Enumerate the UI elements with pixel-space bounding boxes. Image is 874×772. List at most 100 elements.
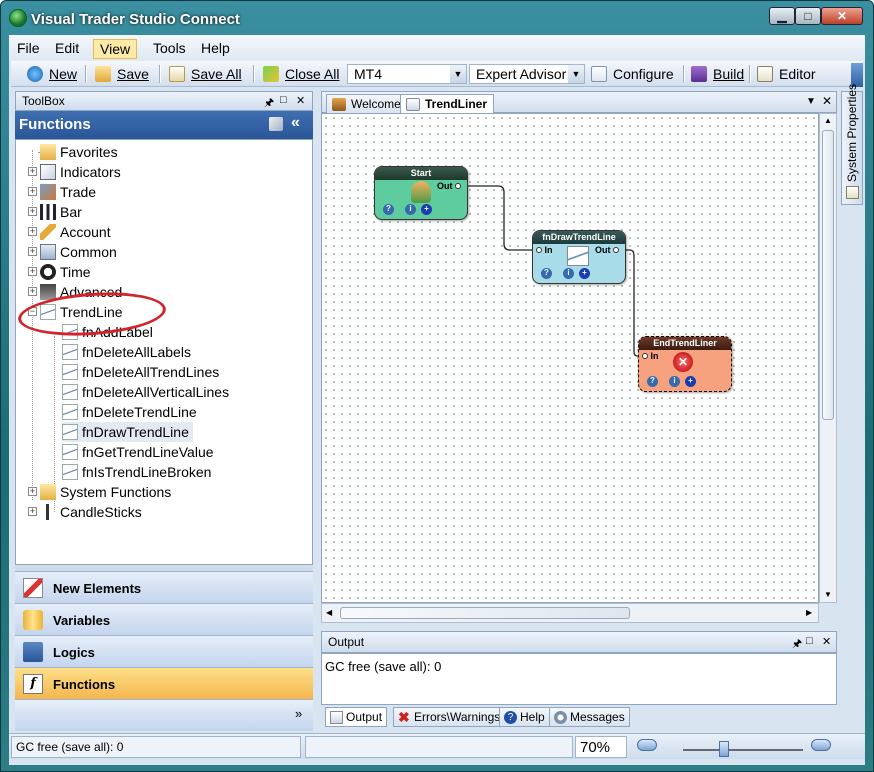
toolbox-header: ToolBox 🖈 □ ✕ xyxy=(15,91,313,111)
eraser-icon[interactable] xyxy=(269,117,283,131)
globe-icon xyxy=(27,66,43,82)
port-out[interactable]: Out xyxy=(595,245,620,255)
menu-view[interactable]: View xyxy=(93,39,138,59)
close-all-button[interactable]: Close All xyxy=(263,65,339,85)
group-overflow-button[interactable]: » xyxy=(15,699,313,731)
tree-leaf[interactable]: fnIsTrendLineBroken xyxy=(62,462,211,482)
expand-icon[interactable]: + xyxy=(28,507,37,516)
zoom-in-button[interactable] xyxy=(811,739,831,751)
scroll-right-icon[interactable]: ▶ xyxy=(806,608,812,617)
output-header: Output 🖈 □ ✕ xyxy=(321,631,837,653)
group-logics[interactable]: Logics xyxy=(15,635,313,667)
editor-button[interactable]: Editor xyxy=(757,65,816,85)
scroll-left-icon[interactable]: ◀ xyxy=(326,608,332,617)
node-fndrawtrendline[interactable]: fnDrawTrendLine In Out ? i + xyxy=(532,230,626,284)
port-in[interactable]: In xyxy=(642,351,659,361)
vertical-scrollbar[interactable]: ▲ ▼ xyxy=(819,113,837,603)
save-all-button[interactable]: Save All xyxy=(169,65,242,85)
toolbar-separator xyxy=(749,65,751,83)
tab-errors-warnings[interactable]: ✖ Errors\Warnings xyxy=(393,707,506,727)
menu-edit[interactable]: Edit xyxy=(49,39,85,59)
maximize-pane-icon[interactable]: □ xyxy=(280,94,287,106)
add-icon[interactable]: + xyxy=(685,376,696,387)
clock-icon xyxy=(40,264,56,280)
close-button[interactable]: ✕ xyxy=(821,7,863,25)
expand-icon[interactable]: + xyxy=(28,187,37,196)
configure-button[interactable]: Configure xyxy=(591,65,674,85)
menu-help[interactable]: Help xyxy=(195,39,236,59)
group-functions[interactable]: f Functions xyxy=(15,667,313,699)
expand-icon[interactable]: + xyxy=(28,267,37,276)
system-properties-tab[interactable]: System Properties xyxy=(841,84,863,205)
help-icon[interactable]: ? xyxy=(541,268,552,279)
port-in[interactable]: In xyxy=(536,245,553,255)
tree-leaf[interactable]: fnDeleteAllTrendLines xyxy=(62,362,219,382)
tab-output[interactable]: Output xyxy=(325,707,388,727)
logics-icon xyxy=(23,642,43,662)
expand-icon[interactable]: + xyxy=(28,247,37,256)
zoom-out-button[interactable] xyxy=(637,739,657,751)
tree-leaf[interactable]: fnGetTrendLineValue xyxy=(62,442,214,462)
add-icon[interactable]: + xyxy=(579,268,590,279)
functions-header: Functions « xyxy=(15,111,313,139)
save-button[interactable]: Save xyxy=(95,65,149,85)
port-out[interactable]: Out xyxy=(437,181,462,191)
help-icon[interactable]: ? xyxy=(647,376,658,387)
scroll-thumb[interactable] xyxy=(340,607,630,619)
tab-trendliner[interactable]: TrendLiner xyxy=(400,94,495,114)
menu-tools[interactable]: Tools xyxy=(147,39,192,59)
diagram-canvas[interactable]: Start Out ? i + fnDrawTrendLine In Out ?… xyxy=(321,113,819,603)
horizontal-scrollbar[interactable]: ◀ ▶ xyxy=(321,603,819,623)
expand-icon[interactable]: + xyxy=(28,167,37,176)
menu-file[interactable]: File xyxy=(11,39,46,59)
zoom-slider-thumb[interactable] xyxy=(719,741,729,757)
node-endtrendliner[interactable]: EndTrendLiner In ✕ ? i + xyxy=(638,336,732,392)
close-icon[interactable]: ✕ xyxy=(822,94,832,108)
close-icon[interactable]: ✕ xyxy=(296,94,305,107)
tree-leaf[interactable]: fnDeleteAllLabels xyxy=(62,342,191,362)
expand-icon[interactable]: + xyxy=(28,207,37,216)
pin-icon[interactable]: 🖈 xyxy=(792,635,802,654)
error-x-icon: ✖ xyxy=(398,709,410,725)
zoom-slider-track[interactable] xyxy=(683,749,803,751)
trendline-icon xyxy=(62,384,78,400)
platform-select[interactable]: MT4 ▼ xyxy=(347,64,467,84)
info-icon[interactable]: i xyxy=(563,268,574,279)
trendline-icon xyxy=(62,424,78,440)
maximize-button[interactable]: □ xyxy=(795,7,821,25)
tree-leaf-selected[interactable]: fnDrawTrendLine xyxy=(62,422,193,442)
window-title: Visual Trader Studio Connect xyxy=(31,11,240,28)
tab-messages[interactable]: Messages xyxy=(549,707,630,727)
scroll-down-icon[interactable]: ▼ xyxy=(824,590,832,599)
help-icon[interactable]: ? xyxy=(383,204,394,215)
status-bar: GC free (save all): 0 70% xyxy=(9,733,865,759)
info-icon[interactable]: i xyxy=(405,204,416,215)
new-button[interactable]: New xyxy=(27,65,77,85)
group-new-elements[interactable]: New Elements xyxy=(15,571,313,603)
close-icon[interactable]: ✕ xyxy=(822,635,831,648)
type-select[interactable]: Expert Advisor ▼ xyxy=(469,64,585,84)
tab-list-icon[interactable]: ▼ xyxy=(806,96,816,107)
toolbar: New Save Save All Close All MT4 ▼ Expert … xyxy=(11,61,863,87)
title-bar[interactable]: Visual Trader Studio Connect ▁ □ ✕ xyxy=(1,1,873,35)
collapse-icon[interactable]: « xyxy=(291,114,300,132)
add-icon[interactable]: + xyxy=(421,204,432,215)
expand-icon[interactable]: + xyxy=(28,227,37,236)
tab-welcome[interactable]: Welcome xyxy=(326,94,408,114)
node-start[interactable]: Start Out ? i + xyxy=(374,166,468,220)
build-button[interactable]: Build xyxy=(691,65,744,85)
group-variables[interactable]: Variables xyxy=(15,603,313,635)
expand-icon[interactable]: + xyxy=(28,287,37,296)
toolbar-separator xyxy=(85,65,87,83)
tree-leaf[interactable]: fnDeleteAllVerticalLines xyxy=(62,382,229,402)
trendline-icon xyxy=(62,464,78,480)
maximize-pane-icon[interactable]: □ xyxy=(806,635,813,647)
info-icon[interactable]: i xyxy=(669,376,680,387)
tree-leaf[interactable]: fnDeleteTrendLine xyxy=(62,402,197,422)
properties-icon xyxy=(846,186,859,199)
tab-help[interactable]: ? Help xyxy=(499,707,550,727)
minimize-button[interactable]: ▁ xyxy=(769,7,795,25)
expand-icon[interactable]: + xyxy=(28,487,37,496)
scroll-thumb[interactable] xyxy=(822,130,834,420)
scroll-up-icon[interactable]: ▲ xyxy=(824,116,832,125)
